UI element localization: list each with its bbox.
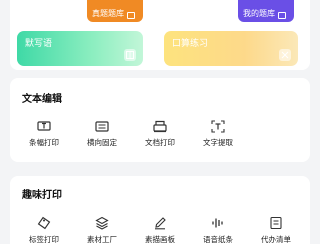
banner-print-icon (37, 121, 51, 131)
mental-math-label: 口算练习 (172, 39, 209, 49)
real-question-bank-label: 真题题库 (92, 9, 124, 18)
app-page: 真题题库 我的题库 默写语 口算练习 文本编辑 条幅打印 横向固定 文档打印 文… (0, 0, 320, 244)
tool-text-extract[interactable]: 文字提取 (193, 120, 243, 148)
dictation-label: 默写语 (25, 39, 53, 49)
real-question-bank-button[interactable]: 真题题库 (87, 0, 143, 22)
checklist-icon (270, 216, 282, 230)
my-question-bank-button[interactable]: 我的题库 (238, 0, 294, 22)
tool-label: 语音纸条 (203, 235, 233, 244)
book-icon (278, 12, 286, 19)
dictation-tile[interactable]: 默写语 (17, 31, 143, 66)
calculator-icon (279, 49, 291, 61)
tool-label: 素描画板 (145, 235, 175, 244)
tool-label: 素材工厂 (87, 235, 117, 244)
tool-document-print[interactable]: 文档打印 (135, 120, 185, 148)
tool-horizontal-fix[interactable]: 横向固定 (77, 120, 127, 148)
text-extract-icon (211, 120, 225, 133)
horizontal-fix-icon (95, 121, 109, 132)
section-title: 趣味打印 (22, 190, 62, 201)
tool-sketch-board[interactable]: 素描画板 (135, 216, 185, 244)
section-title: 文本编辑 (22, 94, 62, 105)
tool-material-factory[interactable]: 素材工厂 (77, 216, 127, 244)
fun-print-section: 趣味打印 标签打印 素材工厂 素描画板 语音纸条 代办清单 (10, 176, 310, 244)
layers-icon (95, 216, 109, 230)
my-question-bank-label: 我的题库 (243, 9, 275, 18)
book-icon (127, 12, 135, 19)
voice-wave-icon (212, 218, 223, 228)
text-edit-section: 文本编辑 条幅打印 横向固定 文档打印 文字提取 (10, 78, 310, 162)
tool-label: 代办清单 (261, 235, 291, 244)
tool-label: 文字提取 (203, 138, 233, 147)
tool-todo-list[interactable]: 代办清单 (251, 216, 301, 244)
grid-icon (124, 49, 136, 61)
tool-tag-print[interactable]: 标签打印 (19, 216, 69, 244)
tool-label: 标签打印 (29, 235, 59, 244)
document-print-icon (153, 120, 167, 133)
tool-label: 条幅打印 (29, 138, 59, 147)
tool-label: 文档打印 (145, 138, 175, 147)
tool-voice-note[interactable]: 语音纸条 (193, 216, 243, 244)
mental-math-tile[interactable]: 口算练习 (164, 31, 298, 66)
tag-icon (37, 216, 51, 230)
tool-label: 横向固定 (87, 138, 117, 147)
pencil-icon (155, 217, 166, 230)
tool-banner-print[interactable]: 条幅打印 (19, 120, 69, 148)
